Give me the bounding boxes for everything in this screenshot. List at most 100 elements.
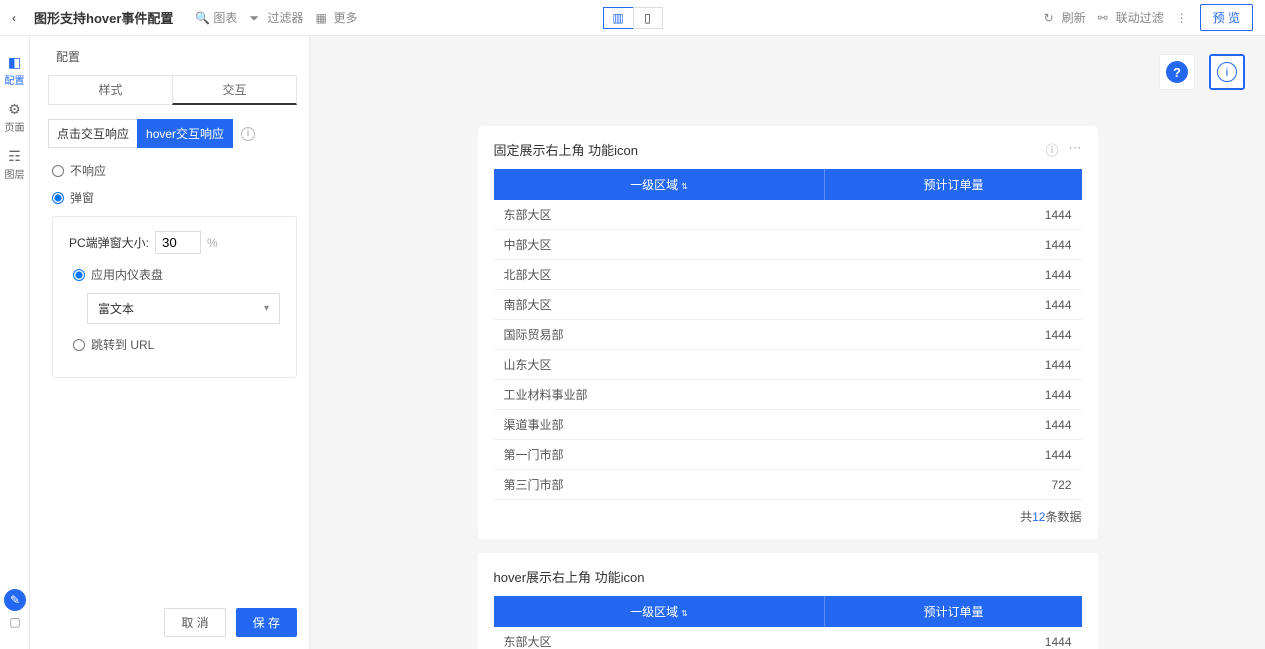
refresh-button[interactable]: ↻刷新 xyxy=(1044,9,1086,26)
radio-no-response[interactable]: 不响应 xyxy=(48,162,297,179)
col-orders[interactable]: 预计订单量 xyxy=(825,596,1082,627)
col-region[interactable]: 一级区域⇅ xyxy=(494,169,825,200)
preview-button[interactable]: 预 览 xyxy=(1200,4,1253,31)
popup-size-row: PC端弹窗大小: % xyxy=(69,231,280,254)
cell-value: 1444 xyxy=(825,320,1082,350)
cell-value: 1444 xyxy=(825,627,1082,649)
page-title: 图形支持hover事件配置 xyxy=(34,8,173,27)
link-filter-button[interactable]: ⚯联动过滤 xyxy=(1098,9,1164,26)
radio-popup[interactable]: 弹窗 xyxy=(48,189,297,206)
desktop-device-button[interactable]: ▥ xyxy=(603,7,633,29)
table-row[interactable]: 南部大区1444 xyxy=(494,290,1082,320)
cell-value: 1444 xyxy=(825,290,1082,320)
info-icon[interactable]: i xyxy=(241,127,255,141)
col-orders[interactable]: 预计订单量 xyxy=(825,169,1082,200)
radio-internal-dashboard[interactable]: 应用内仪表盘 xyxy=(69,266,280,283)
cell-value: 1444 xyxy=(825,440,1082,470)
data-table-2: 一级区域⇅ 预计订单量 东部大区1444中部大区1444北部大区1444南部大区… xyxy=(494,596,1082,649)
cell-region: 东部大区 xyxy=(494,627,825,649)
table-row[interactable]: 第三门市部722 xyxy=(494,470,1082,500)
col-region[interactable]: 一级区域⇅ xyxy=(494,596,825,627)
tab-style[interactable]: 样式 xyxy=(48,75,172,105)
cell-value: 1444 xyxy=(825,350,1082,380)
table-row[interactable]: 东部大区1444 xyxy=(494,627,1082,649)
mobile-icon: ▯ xyxy=(644,11,651,25)
device-toggle: ▥ ▯ xyxy=(603,7,663,29)
chart-button[interactable]: 🔍图表 xyxy=(195,9,237,26)
widget-more-icon[interactable]: ⋯ xyxy=(1069,140,1082,159)
cell-value: 1444 xyxy=(825,230,1082,260)
config-bars-icon: ◧ xyxy=(1,54,29,70)
magnify-chart-icon: 🔍 xyxy=(195,11,209,25)
more-apps-icon: ▦ xyxy=(315,11,329,25)
help-floating-button[interactable]: ? xyxy=(1159,54,1195,90)
popup-config-box: PC端弹窗大小: % 应用内仪表盘 富文本▾ 跳转到 URL xyxy=(52,216,297,378)
gear-icon: ⚙ xyxy=(1,101,29,117)
config-tabs: 样式 交互 xyxy=(48,75,297,105)
cell-region: 第三门市部 xyxy=(494,470,825,500)
table-row[interactable]: 工业材料事业部1444 xyxy=(494,380,1082,410)
book-icon[interactable]: ▢ xyxy=(4,611,26,633)
save-button[interactable]: 保 存 xyxy=(236,608,297,637)
table-row[interactable]: 渠道事业部1444 xyxy=(494,410,1082,440)
cell-value: 1444 xyxy=(825,200,1082,230)
info-floating-button[interactable]: i xyxy=(1209,54,1245,90)
cell-region: 中部大区 xyxy=(494,230,825,260)
config-panel: 配置 样式 交互 点击交互响应 hover交互响应 i 不响应 弹窗 PC端弹窗… xyxy=(30,36,310,649)
tab-interact[interactable]: 交互 xyxy=(172,75,297,105)
popup-size-input[interactable] xyxy=(155,231,201,254)
radio-url[interactable]: 跳转到 URL xyxy=(69,336,280,353)
subtab-hover[interactable]: hover交互响应 xyxy=(137,119,233,148)
cell-region: 北部大区 xyxy=(494,260,825,290)
cell-value: 1444 xyxy=(825,260,1082,290)
table-row[interactable]: 北部大区1444 xyxy=(494,260,1082,290)
link-icon: ⚯ xyxy=(1098,11,1112,25)
config-title: 配置 xyxy=(48,48,297,65)
sort-icon: ⇅ xyxy=(681,182,688,191)
interaction-subtabs: 点击交互响应 hover交互响应 i xyxy=(48,119,297,148)
table-row[interactable]: 山东大区1444 xyxy=(494,350,1082,380)
layers-icon: ☶ xyxy=(1,148,29,164)
canvas-area: ? i 固定展示右上角 功能icon ⓘ ⋯ 一级区域⇅ 预计订单量 东部大区1… xyxy=(310,36,1265,649)
table-row[interactable]: 国际贸易部1444 xyxy=(494,320,1082,350)
sort-icon: ⇅ xyxy=(681,609,688,618)
cell-region: 南部大区 xyxy=(494,290,825,320)
back-icon[interactable]: ‹ xyxy=(12,11,28,25)
widget-info-icon[interactable]: ⓘ xyxy=(1045,140,1058,159)
filter-button[interactable]: ⏷过滤器 xyxy=(249,9,303,26)
widget-title: hover展示右上角 功能icon xyxy=(494,567,645,586)
subtab-click[interactable]: 点击交互响应 xyxy=(48,119,137,148)
cell-region: 工业材料事业部 xyxy=(494,380,825,410)
sidenav-config[interactable]: ◧配置 xyxy=(1,54,29,87)
mobile-device-button[interactable]: ▯ xyxy=(633,7,663,29)
cancel-button[interactable]: 取 消 xyxy=(164,608,225,637)
cell-region: 国际贸易部 xyxy=(494,320,825,350)
cell-region: 第一门市部 xyxy=(494,440,825,470)
more-button[interactable]: ▦更多 xyxy=(315,9,357,26)
popup-size-label: PC端弹窗大小: xyxy=(69,234,149,251)
total-row: 共12条数据 xyxy=(494,500,1082,525)
cell-region: 山东大区 xyxy=(494,350,825,380)
chat-help-icon[interactable]: ✎ xyxy=(4,589,26,611)
table-row[interactable]: 东部大区1444 xyxy=(494,200,1082,230)
top-bar: ‹ 图形支持hover事件配置 🔍图表 ⏷过滤器 ▦更多 ▥ ▯ ↻刷新 ⚯联动… xyxy=(0,0,1265,36)
table-row[interactable]: 第一门市部1444 xyxy=(494,440,1082,470)
cell-value: 1444 xyxy=(825,380,1082,410)
cell-region: 东部大区 xyxy=(494,200,825,230)
richtext-select[interactable]: 富文本▾ xyxy=(87,293,280,324)
info-circle-icon: i xyxy=(1217,62,1237,82)
side-nav: ◧配置 ⚙页面 ☶图层 ✎ ▢ xyxy=(0,36,30,649)
sidenav-page[interactable]: ⚙页面 xyxy=(1,101,29,134)
widget-hover-icons: hover展示右上角 功能icon 一级区域⇅ 预计订单量 东部大区1444中部… xyxy=(478,553,1098,649)
filter-icon: ⏷ xyxy=(249,11,263,25)
overflow-menu-icon[interactable]: ⋮ xyxy=(1176,11,1188,25)
desktop-icon: ▥ xyxy=(612,11,623,25)
percent-label: % xyxy=(207,236,218,250)
widget-fixed-icons: 固定展示右上角 功能icon ⓘ ⋯ 一级区域⇅ 预计订单量 东部大区1444中… xyxy=(478,126,1098,539)
cell-value: 1444 xyxy=(825,410,1082,440)
refresh-icon: ↻ xyxy=(1044,11,1058,25)
table-row[interactable]: 中部大区1444 xyxy=(494,230,1082,260)
data-table-1: 一级区域⇅ 预计订单量 东部大区1444中部大区1444北部大区1444南部大区… xyxy=(494,169,1082,500)
sidenav-layer[interactable]: ☶图层 xyxy=(1,148,29,181)
widget-title: 固定展示右上角 功能icon xyxy=(494,140,638,159)
